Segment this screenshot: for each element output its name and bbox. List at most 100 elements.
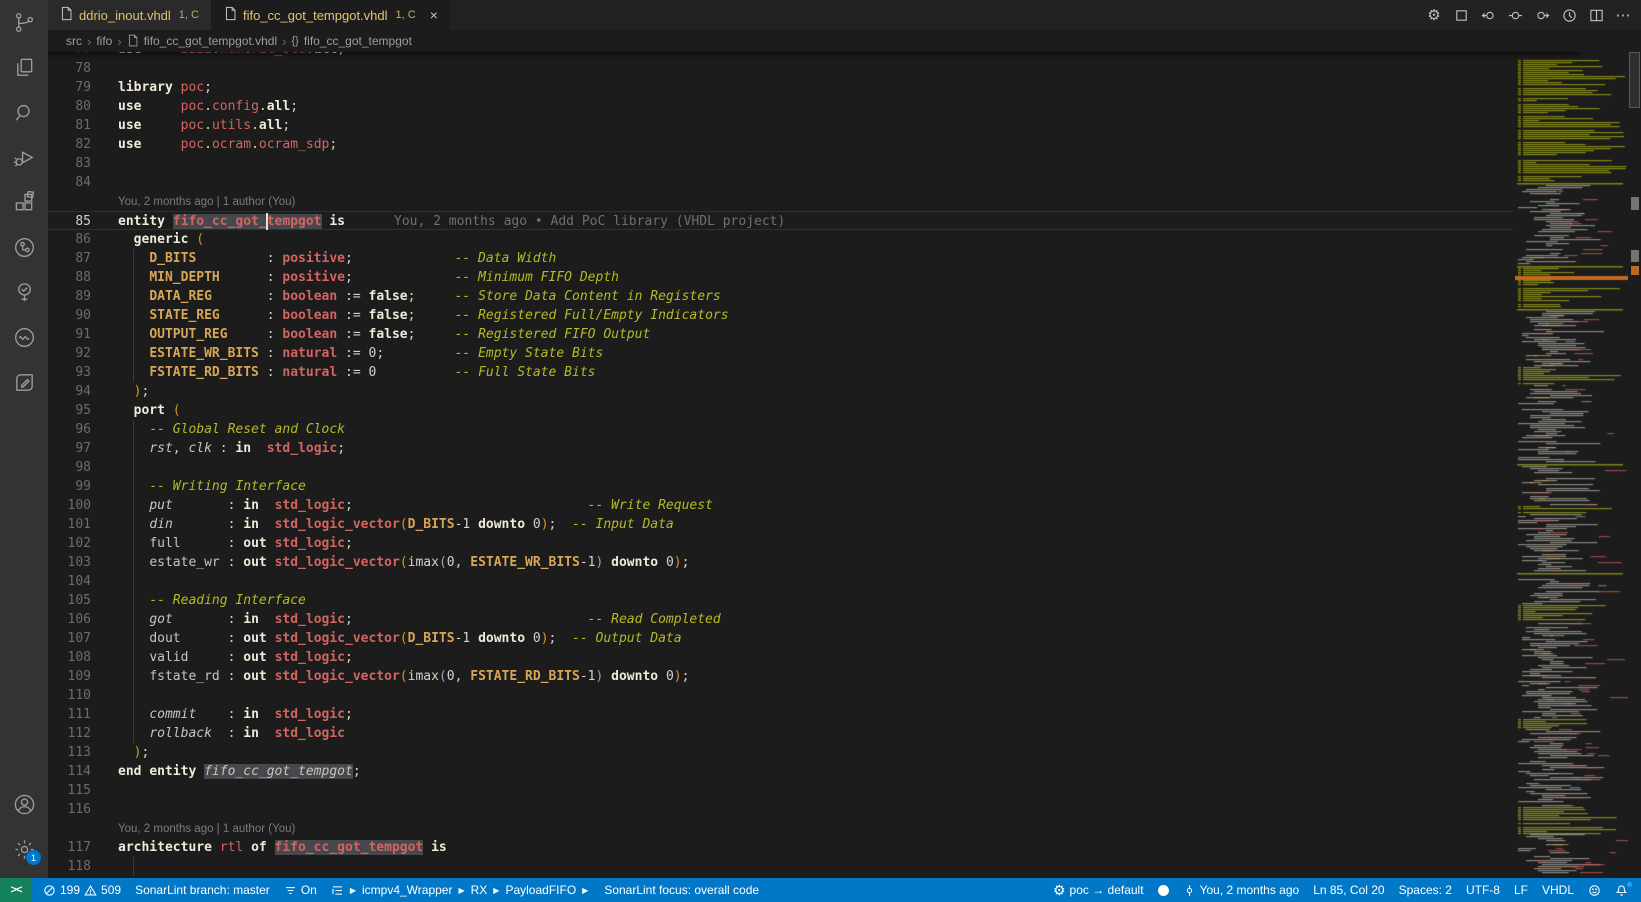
remote-indicator[interactable]: >< bbox=[0, 878, 32, 902]
scrollbar-thumb[interactable] bbox=[1629, 52, 1640, 108]
status-circle-icon[interactable] bbox=[1151, 878, 1176, 902]
account-icon[interactable] bbox=[0, 782, 48, 827]
notifications-bell-icon[interactable] bbox=[1608, 878, 1635, 902]
code-line[interactable]: 112 rollback : in std_logic bbox=[48, 724, 1513, 743]
code-line[interactable]: 79library poc; bbox=[48, 78, 1513, 97]
git-blame[interactable]: You, 2 months ago bbox=[1176, 878, 1307, 902]
code-line[interactable]: 91 OUTPUT_REG : boolean := false; -- Reg… bbox=[48, 325, 1513, 344]
line-number: 95 bbox=[48, 401, 91, 420]
cursor-position[interactable]: Ln 85, Col 20 bbox=[1306, 878, 1391, 902]
code-line[interactable]: 118 bbox=[48, 857, 1513, 876]
code-line[interactable]: 83 bbox=[48, 154, 1513, 173]
gitlens-icon[interactable] bbox=[0, 225, 48, 270]
square-icon[interactable] bbox=[1453, 7, 1469, 23]
code-line[interactable]: 98 bbox=[48, 458, 1513, 477]
language-mode[interactable]: VHDL bbox=[1535, 878, 1581, 902]
line-number: 97 bbox=[48, 439, 91, 458]
code-line[interactable]: 108 valid : out std_logic; bbox=[48, 648, 1513, 667]
run-debug-icon[interactable] bbox=[0, 135, 48, 180]
code-line[interactable]: 106 got : in std_logic; -- Read Complete… bbox=[48, 610, 1513, 629]
minimap[interactable] bbox=[1515, 54, 1628, 876]
line-text: library poc; bbox=[118, 78, 212, 97]
code-line[interactable]: 109 fstate_rd : out std_logic_vector(ima… bbox=[48, 667, 1513, 686]
code-line[interactable]: 94 ); bbox=[48, 382, 1513, 401]
code-line[interactable]: 88 MIN_DEPTH : positive; -- Minimum FIFO… bbox=[48, 268, 1513, 287]
breadcrumb-item-fifo[interactable]: fifo bbox=[96, 34, 112, 48]
triangle-sep-icon: ▶ bbox=[582, 886, 588, 895]
code-line[interactable]: 81use poc.utils.all; bbox=[48, 116, 1513, 135]
problems-indicator[interactable]: 199 509 bbox=[36, 878, 128, 902]
tab-ddrio-inout[interactable]: ddrio_inout.vhdl 1, C bbox=[48, 0, 212, 30]
code-line[interactable]: 95 port ( bbox=[48, 401, 1513, 420]
gear-icon[interactable]: ⚙ bbox=[1426, 7, 1442, 23]
focus-toggle[interactable]: On bbox=[277, 878, 324, 902]
explorer-icon[interactable] bbox=[0, 45, 48, 90]
line-text: MIN_DEPTH : positive; -- Minimum FIFO De… bbox=[118, 268, 619, 287]
code-line[interactable]: 110 bbox=[48, 686, 1513, 705]
overview-ruler[interactable] bbox=[1628, 52, 1641, 878]
settings-gear-icon[interactable]: 1 bbox=[0, 827, 48, 872]
nav-forward-icon[interactable] bbox=[1534, 7, 1550, 23]
code-line[interactable]: 117architecture rtl of fifo_cc_got_tempg… bbox=[48, 838, 1513, 857]
encoding[interactable]: UTF-8 bbox=[1459, 878, 1507, 902]
eol-selector[interactable]: LF bbox=[1507, 878, 1535, 902]
code-line[interactable]: 92 ESTATE_WR_BITS : natural := 0; -- Emp… bbox=[48, 344, 1513, 363]
nav-back-icon[interactable] bbox=[1480, 7, 1496, 23]
code-line[interactable]: 84 bbox=[48, 173, 1513, 192]
indentation[interactable]: Spaces: 2 bbox=[1392, 878, 1459, 902]
code-line[interactable]: 101 din : in std_logic_vector(D_BITS-1 d… bbox=[48, 515, 1513, 534]
profile-indicator[interactable]: ⚙ poc → default bbox=[1046, 878, 1151, 902]
extensions-icon[interactable] bbox=[0, 180, 48, 225]
code-line[interactable]: 93 FSTATE_RD_BITS : natural := 0 -- Full… bbox=[48, 363, 1513, 382]
split-editor-icon[interactable] bbox=[1588, 7, 1604, 23]
test-tree-icon[interactable] bbox=[0, 270, 48, 315]
code-line[interactable]: 111 commit : in std_logic; bbox=[48, 705, 1513, 724]
scm-graph-icon[interactable] bbox=[0, 0, 48, 45]
entity-hierarchy[interactable]: ▶ icmpv4_Wrapper ▶ RX ▶ PayloadFIFO ▶ bbox=[324, 878, 597, 902]
code-line[interactable]: 99 -- Writing Interface bbox=[48, 477, 1513, 496]
line-number: 101 bbox=[48, 515, 91, 534]
breadcrumb-item-src[interactable]: src bbox=[66, 34, 82, 48]
sonarlint-icon[interactable] bbox=[0, 315, 48, 360]
code-line[interactable]: 115 bbox=[48, 781, 1513, 800]
code-line[interactable]: 116 bbox=[48, 800, 1513, 819]
code-line[interactable]: 90 STATE_REG : boolean := false; -- Regi… bbox=[48, 306, 1513, 325]
code-line[interactable]: 113 ); bbox=[48, 743, 1513, 762]
nav-dot-icon[interactable] bbox=[1507, 7, 1523, 23]
line-text: use poc.config.all; bbox=[118, 97, 298, 116]
code-line[interactable]: 86 generic ( bbox=[48, 230, 1513, 249]
breadcrumb-item-entity[interactable]: fifo_cc_got_tempgot bbox=[304, 34, 412, 48]
code-line[interactable]: 80use poc.config.all; bbox=[48, 97, 1513, 116]
close-icon[interactable]: × bbox=[430, 7, 438, 23]
code-line[interactable]: 102 full : out std_logic; bbox=[48, 534, 1513, 553]
breadcrumb-item-file[interactable]: fifo_cc_got_tempgot.vhdl bbox=[144, 34, 277, 48]
code-line[interactable]: 89 DATA_REG : boolean := false; -- Store… bbox=[48, 287, 1513, 306]
line-text: rst, clk : in std_logic; bbox=[118, 439, 345, 458]
sonarlint-branch[interactable]: SonarLint branch: master bbox=[128, 878, 277, 902]
feedback-icon[interactable] bbox=[1581, 878, 1608, 902]
code-line[interactable]: 100 put : in std_logic; -- Write Request bbox=[48, 496, 1513, 515]
code-line[interactable]: 107 dout : out std_logic_vector(D_BITS-1… bbox=[48, 629, 1513, 648]
code-line[interactable]: 103 estate_wr : out std_logic_vector(ima… bbox=[48, 553, 1513, 572]
code-line[interactable]: 82use poc.ocram.ocram_sdp; bbox=[48, 135, 1513, 154]
search-icon[interactable] bbox=[0, 90, 48, 135]
blame-annotation: You, 2 months ago | 1 author (You) bbox=[48, 819, 1513, 838]
code-line[interactable]: 97 rst, clk : in std_logic; bbox=[48, 439, 1513, 458]
code-line[interactable]: 105 -- Reading Interface bbox=[48, 591, 1513, 610]
breadcrumb: src › fifo › fifo_cc_got_tempgot.vhdl › … bbox=[48, 30, 1641, 52]
line-number: 86 bbox=[48, 230, 91, 249]
code-line[interactable]: 104 bbox=[48, 572, 1513, 591]
code-editor[interactable]: 77use IEEE.numeric_std.all;7879library p… bbox=[48, 52, 1641, 878]
more-actions-icon[interactable]: ⋯ bbox=[1615, 7, 1631, 23]
inline-blame: You, 2 months ago • Add PoC library (VHD… bbox=[394, 214, 785, 229]
history-icon[interactable] bbox=[1561, 7, 1577, 23]
code-line[interactable]: 85entity fifo_cc_got_tempgot isYou, 2 mo… bbox=[48, 211, 1513, 230]
tab-fifo-cc-got-tempgot[interactable]: fifo_cc_got_tempgot.vhdl 1, C × bbox=[212, 0, 450, 30]
sonarlint-focus[interactable]: SonarLint focus: overall code bbox=[597, 878, 766, 902]
code-line[interactable]: 114end entity fifo_cc_got_tempgot; bbox=[48, 762, 1513, 781]
notes-icon[interactable] bbox=[0, 360, 48, 405]
code-line[interactable]: 87 D_BITS : positive; -- Data Width bbox=[48, 249, 1513, 268]
blame-annotation: You, 2 months ago | 1 author (You) bbox=[48, 192, 1513, 211]
code-line[interactable]: 78 bbox=[48, 59, 1513, 78]
code-line[interactable]: 96 -- Global Reset and Clock bbox=[48, 420, 1513, 439]
